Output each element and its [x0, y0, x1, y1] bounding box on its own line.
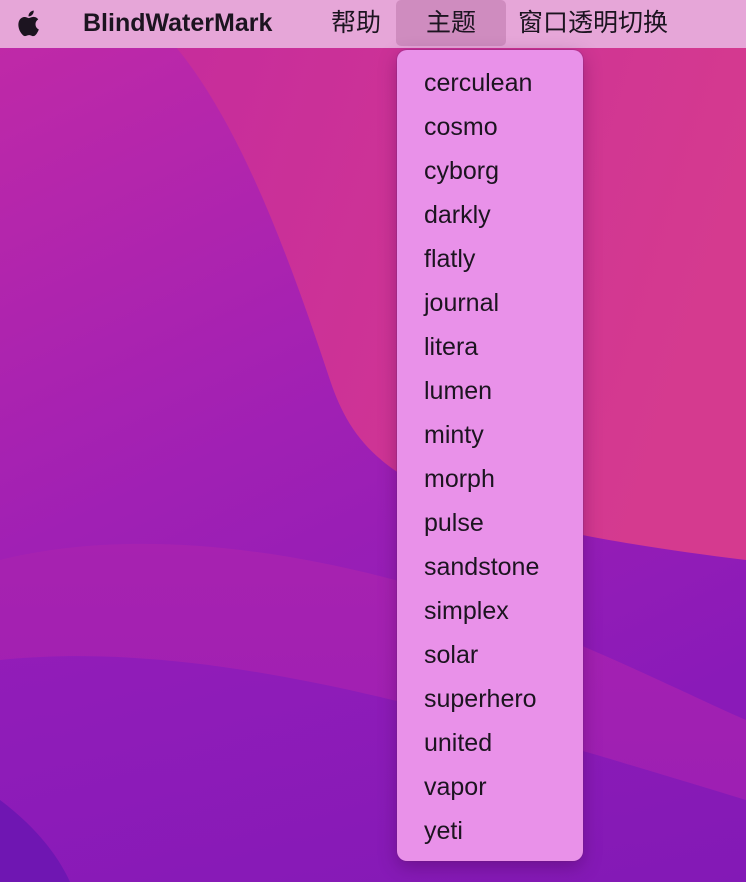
theme-item-yeti[interactable]: yeti — [424, 809, 463, 853]
desktop-wallpaper — [0, 0, 746, 882]
theme-item-flatly[interactable]: flatly — [424, 237, 475, 281]
menu-window-transparency-toggle[interactable]: 窗口透明切换 — [518, 0, 668, 46]
theme-item-superhero[interactable]: superhero — [424, 677, 537, 721]
theme-item-darkly[interactable]: darkly — [424, 193, 491, 237]
theme-item-simplex[interactable]: simplex — [424, 589, 509, 633]
menu-bar: BlindWaterMark 帮助 主题 窗口透明切换 — [0, 0, 746, 48]
menu-theme[interactable]: 主题 — [396, 0, 506, 46]
theme-item-united[interactable]: united — [424, 721, 492, 765]
theme-item-cosmo[interactable]: cosmo — [424, 105, 498, 149]
theme-item-cerculean[interactable]: cerculean — [424, 61, 532, 105]
app-menu-blindwatermark[interactable]: BlindWaterMark — [83, 0, 272, 46]
menu-help[interactable]: 帮助 — [331, 0, 381, 46]
theme-item-sandstone[interactable]: sandstone — [424, 545, 539, 589]
theme-item-journal[interactable]: journal — [424, 281, 499, 325]
theme-item-vapor[interactable]: vapor — [424, 765, 487, 809]
theme-item-solar[interactable]: solar — [424, 633, 478, 677]
theme-item-lumen[interactable]: lumen — [424, 369, 492, 413]
theme-item-morph[interactable]: morph — [424, 457, 495, 501]
theme-item-litera[interactable]: litera — [424, 325, 478, 369]
apple-logo-icon[interactable] — [14, 6, 44, 40]
theme-dropdown-menu: cerculean cosmo cyborg darkly flatly jou… — [397, 50, 583, 861]
theme-item-minty[interactable]: minty — [424, 413, 484, 457]
theme-item-cyborg[interactable]: cyborg — [424, 149, 499, 193]
theme-item-pulse[interactable]: pulse — [424, 501, 484, 545]
